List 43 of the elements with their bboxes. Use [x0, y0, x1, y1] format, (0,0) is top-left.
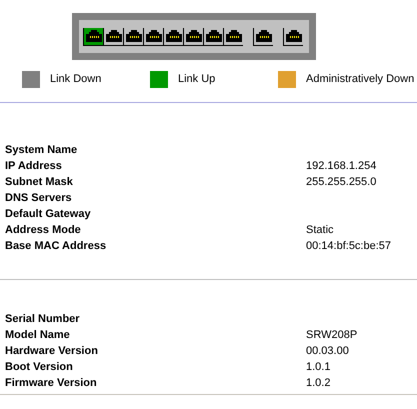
field-label: Address Mode — [5, 224, 82, 236]
field-value: 192.168.1.254 — [306, 160, 376, 172]
field-label: Serial Number — [5, 313, 81, 325]
port[interactable] — [83, 28, 103, 46]
port[interactable] — [283, 28, 303, 46]
field-label: Model Name — [5, 329, 71, 341]
field-value: Static — [306, 224, 334, 236]
ethernet-port-icon — [286, 30, 302, 42]
ethernet-port-icon — [86, 30, 102, 42]
ethernet-port-icon — [256, 30, 272, 42]
ethernet-port-icon — [186, 30, 202, 42]
field-label: Boot Version — [5, 361, 74, 373]
legend-label: Administratively Down — [306, 73, 414, 85]
field-label: System Name — [5, 144, 78, 156]
ethernet-port-icon — [166, 30, 182, 42]
field-value: 1.0.2 — [306, 377, 330, 389]
ethernet-port-icon — [146, 30, 162, 42]
port[interactable] — [143, 28, 163, 46]
field-value: 255.255.255.0 — [306, 176, 376, 188]
field-label: DNS Servers — [5, 192, 73, 204]
field-value: SRW208P — [306, 329, 358, 341]
port[interactable] — [223, 28, 243, 46]
field-value: 1.0.1 — [306, 361, 330, 373]
legend-label: Link Up — [178, 73, 216, 85]
field-value: 00:14:bf:5c:be:57 — [306, 240, 392, 252]
ethernet-port-icon — [206, 30, 222, 42]
ethernet-port-icon — [106, 30, 122, 42]
port[interactable] — [103, 28, 123, 46]
field-label: Default Gateway — [5, 208, 92, 220]
ethernet-port-icon — [126, 30, 142, 42]
port[interactable] — [183, 28, 203, 46]
port[interactable] — [123, 28, 143, 46]
legend-label: Link Down — [50, 73, 102, 85]
field-label: Hardware Version — [5, 345, 99, 357]
field-value: 00.03.00 — [306, 345, 349, 357]
field-label: Firmware Version — [5, 377, 98, 389]
field-label: IP Address — [5, 160, 63, 172]
ethernet-port-icon — [226, 30, 242, 42]
port[interactable] — [203, 28, 223, 46]
port[interactable] — [163, 28, 183, 46]
port[interactable] — [253, 28, 273, 46]
field-label: Subnet Mask — [5, 176, 74, 188]
field-label: Base MAC Address — [5, 240, 108, 252]
